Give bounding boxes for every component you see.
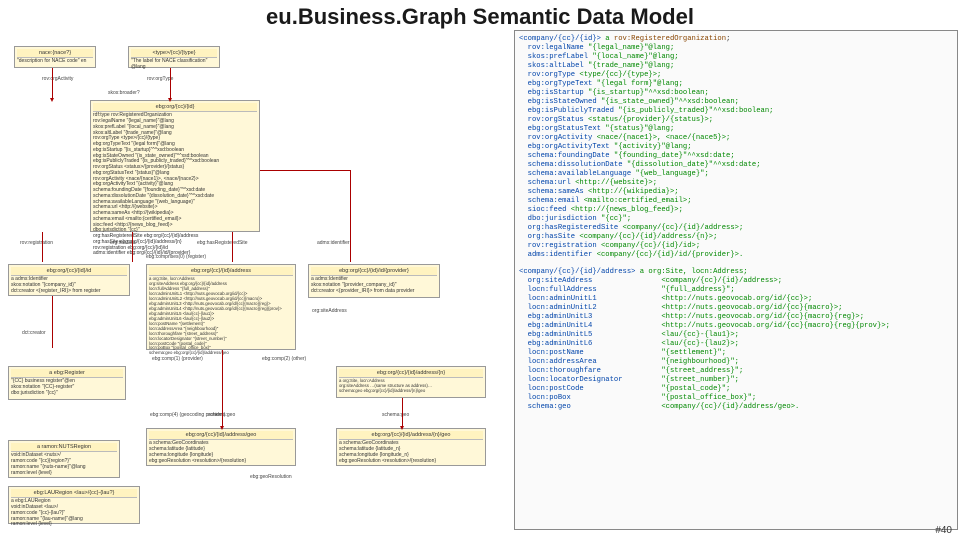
box-nuts: a ramon:NUTSRegion void:inDataset <nuts>… bbox=[8, 440, 120, 478]
arrow-icon bbox=[400, 426, 404, 430]
arrow-icon bbox=[220, 426, 224, 430]
page-number: #40 bbox=[935, 525, 952, 536]
box-type: <type>/{cc}/{type} "The label for NACE c… bbox=[128, 46, 220, 68]
edge-registration: rov:registration bbox=[20, 240, 53, 246]
edge-comp2: ebg:comp(2) (other) bbox=[262, 356, 306, 362]
line bbox=[52, 296, 53, 348]
edge-creator: dct:creator bbox=[22, 330, 46, 336]
line bbox=[170, 68, 171, 100]
box-geo-n: ebg:org/{cc}/{id}/address/{n}/geo a sche… bbox=[336, 428, 486, 466]
edge-identifier: adms:identifier bbox=[317, 240, 350, 246]
box-address: ebg:org/{cc}/{id}/address a org:Site, lo… bbox=[146, 264, 296, 350]
edge-geores: ebg:geoResolution bbox=[250, 474, 292, 480]
box-geo: ebg:org/{cc}/{id}/address/geo a schema:G… bbox=[146, 428, 296, 466]
box-nace: nace:{nace?} "description for NACE code"… bbox=[14, 46, 96, 68]
box-lau: ebg:LAURegion <lau>/{cc}-{lau?} a ebg:LA… bbox=[8, 486, 140, 524]
box-id-main: ebg:org/{cc}/{id}/id a adms:Identifier s… bbox=[8, 264, 130, 296]
line bbox=[260, 170, 350, 171]
code-block-company: <company/{cc}/{id}> a rov:RegisteredOrga… bbox=[519, 35, 953, 260]
code-block-address: <company/{cc}/{id}/address> a org:Site, … bbox=[519, 268, 953, 412]
box-address-n: ebg:org/{cc}/{id}/address/{n} a org:Site… bbox=[336, 366, 486, 398]
box-organization: ebg:org/{cc}/{id} rdf:type rov:Registere… bbox=[90, 100, 260, 232]
edge-comp4: ebg:comp(4) (geocoding provider) bbox=[150, 412, 225, 418]
edge-comp0: ebg:comprises(0) (register) bbox=[146, 254, 206, 260]
line bbox=[350, 170, 351, 262]
edge-broader: skos:broader? bbox=[108, 90, 140, 96]
arrow-icon bbox=[50, 98, 54, 102]
line bbox=[42, 232, 43, 262]
edge-siteaddr: org:siteAddress bbox=[312, 308, 347, 314]
edge-schemageo2: schema:geo bbox=[382, 412, 409, 418]
edge-regsite: ebg:hasRegisteredSite bbox=[197, 240, 248, 246]
edge-comp1: ebg:comp(1) (provider) bbox=[152, 356, 203, 362]
line bbox=[222, 350, 223, 428]
line bbox=[402, 398, 403, 428]
arrow-icon bbox=[168, 98, 172, 102]
semantic-diagram: nace:{nace?} "description for NACE code"… bbox=[2, 40, 510, 530]
box-register: a ebg:Register "{CC} business register"@… bbox=[8, 366, 126, 400]
line bbox=[52, 68, 53, 100]
code-panel: <company/{cc}/{id}> a rov:RegisteredOrga… bbox=[514, 30, 958, 530]
box-id-provider: ebg:org/{cc}/{id}/id/{provider} a adms:I… bbox=[308, 264, 440, 298]
line bbox=[132, 232, 133, 262]
slide: eu.Business.Graph Semantic Data Model na… bbox=[0, 0, 960, 540]
page-title: eu.Business.Graph Semantic Data Model bbox=[0, 4, 960, 30]
line bbox=[232, 232, 233, 262]
edge-orgactivity: rov:orgActivity bbox=[42, 76, 73, 82]
